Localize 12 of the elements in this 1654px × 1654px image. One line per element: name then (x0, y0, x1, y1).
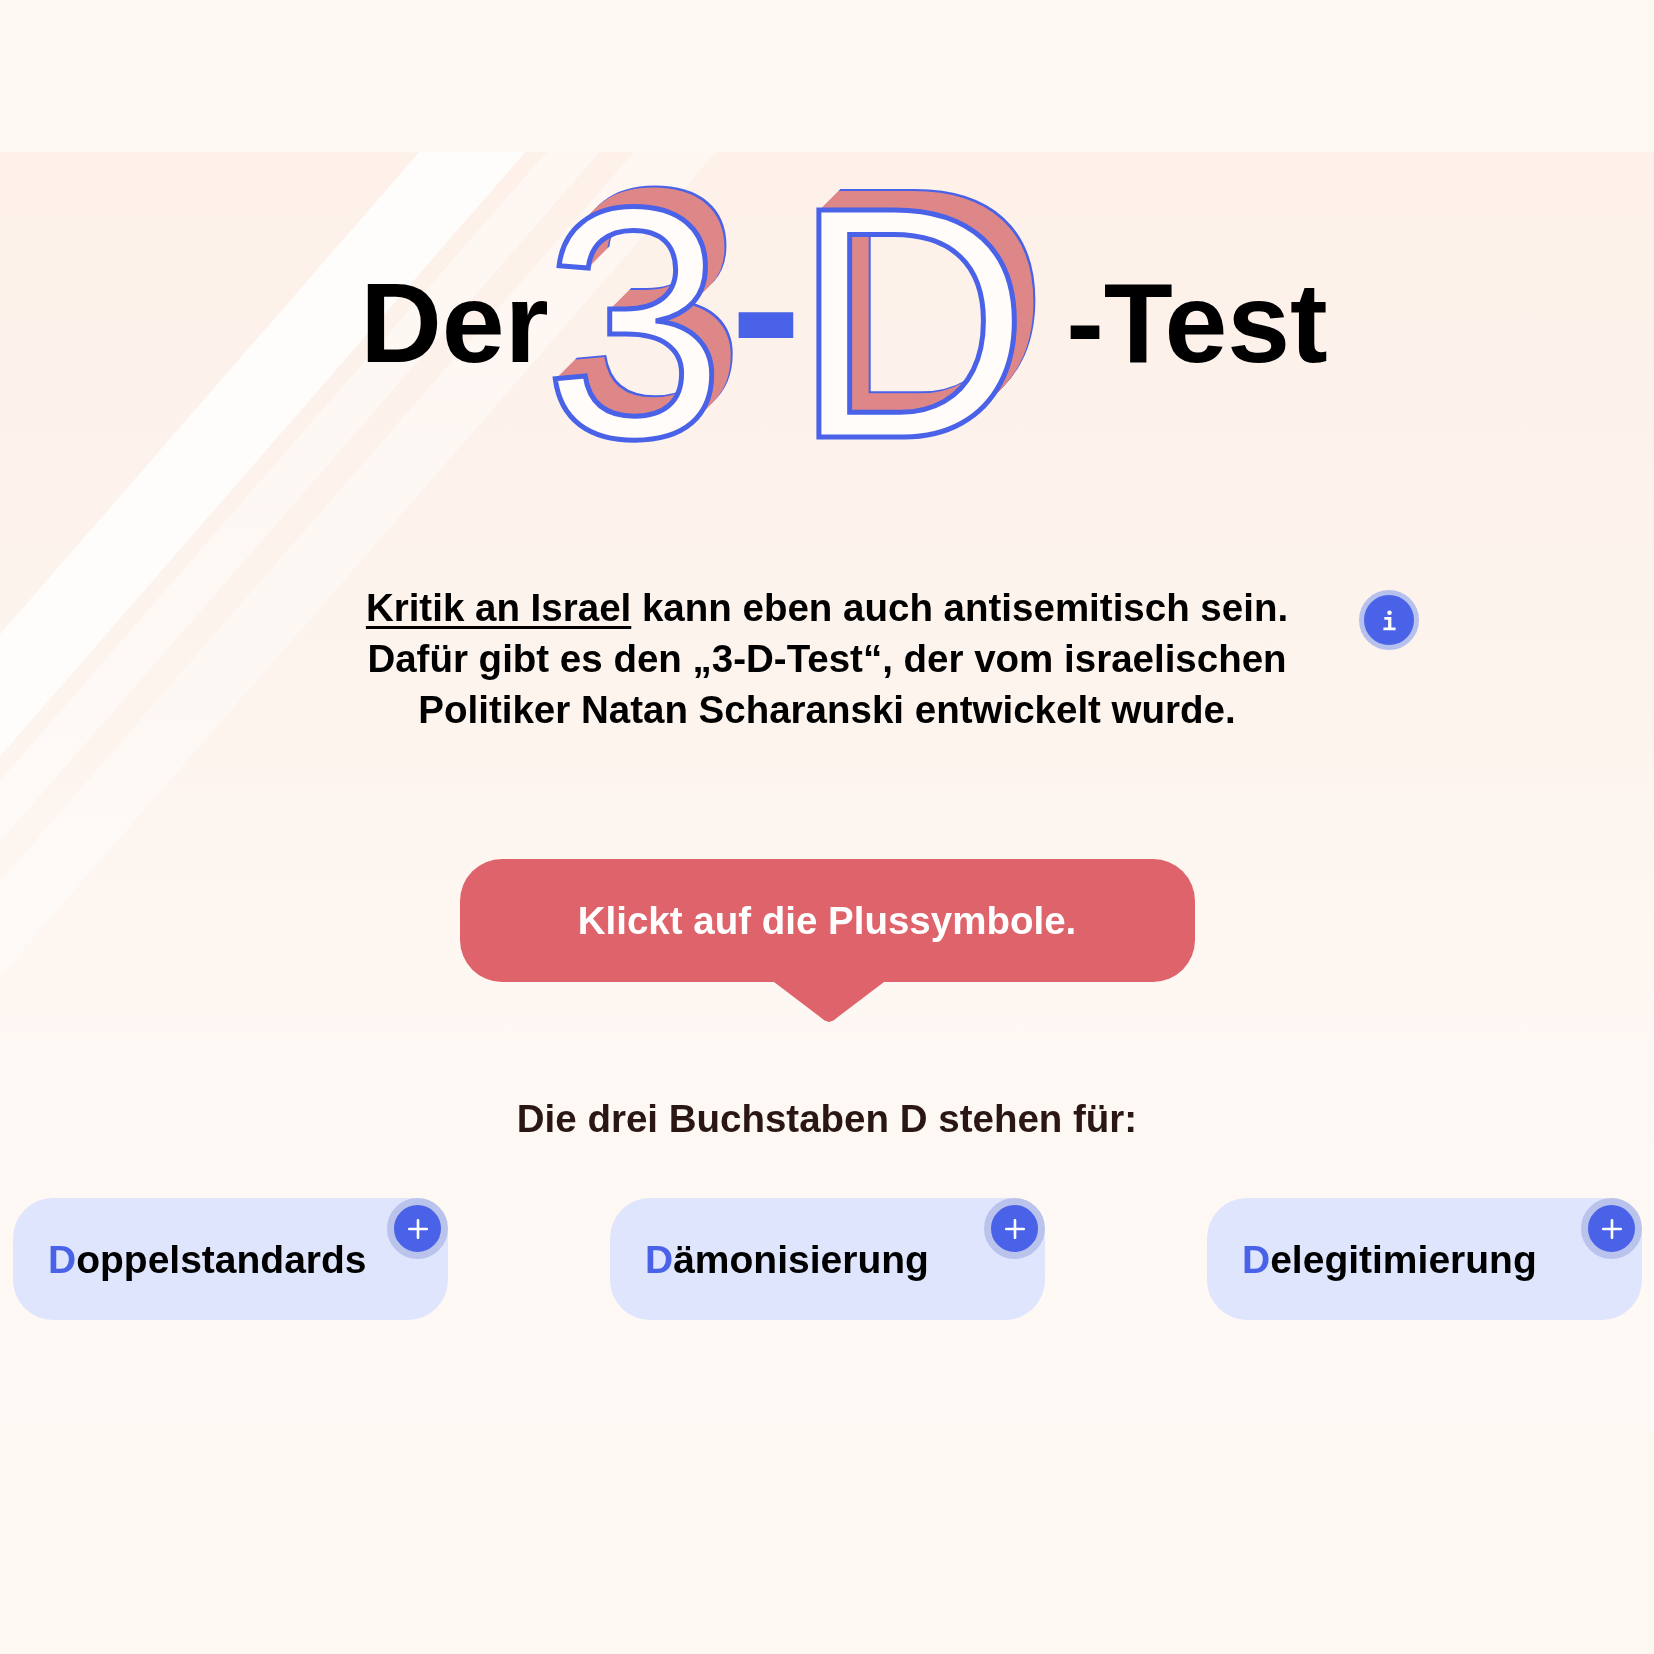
title-text: -Test (1066, 266, 1328, 380)
info-icon (1381, 609, 1397, 631)
plus-icon (407, 1218, 428, 1239)
card-label: Dämonisierung (645, 1238, 929, 1282)
card-label: Doppelstandards (48, 1238, 367, 1282)
card-label: Delegitimierung (1242, 1238, 1537, 1282)
intro-paragraph: Kritik an Israel kann eben auch antisemitisch sein. Dafür gibt es den „3-D-Test“, der vom israelischen Politiker Natan Scharanski entwickelt wurde. (365, 585, 1289, 733)
title-dash: - (730, 198, 802, 414)
plus-icon (1601, 1218, 1622, 1239)
criticism-link[interactable]: Kritik an Israel (365, 586, 632, 629)
plus-icon (1004, 1218, 1025, 1239)
cards-heading: Die drei Buchstaben D stehen für: (516, 1098, 1138, 1140)
